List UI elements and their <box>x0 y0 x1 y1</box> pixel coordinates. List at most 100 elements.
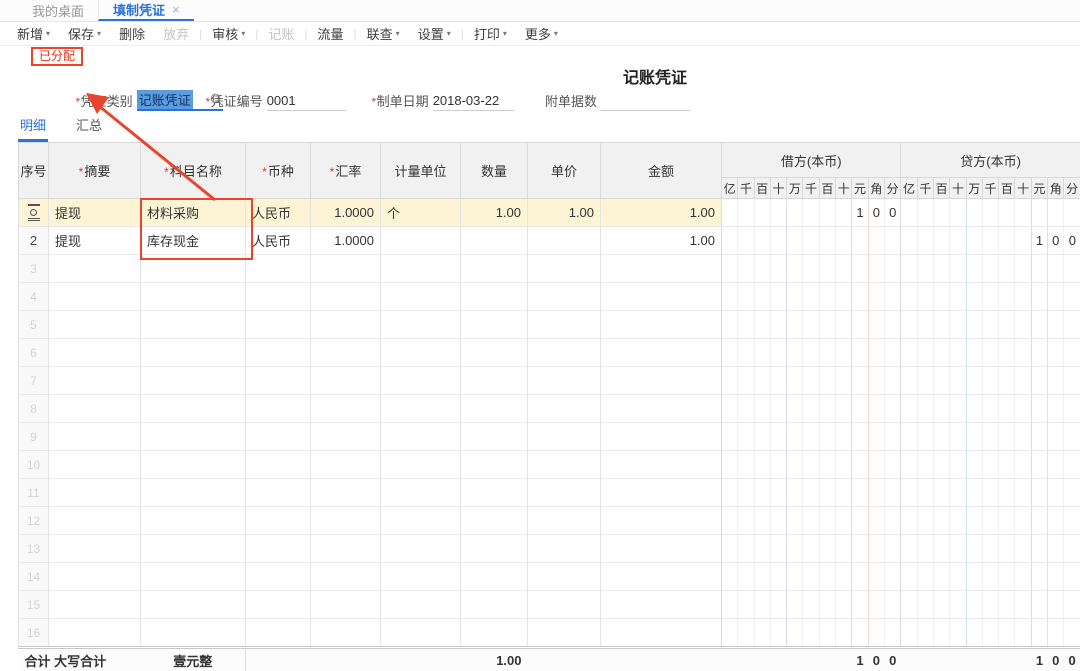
debit-digit-cell[interactable] <box>868 227 884 255</box>
credit-digit-cell[interactable] <box>982 507 998 535</box>
credit-digit-cell[interactable] <box>1064 507 1080 535</box>
cell-summary[interactable] <box>49 563 141 591</box>
credit-digit-cell[interactable] <box>1048 591 1064 619</box>
debit-digit-cell[interactable] <box>787 535 803 563</box>
debit-digit-cell[interactable] <box>852 535 868 563</box>
debit-digit-cell[interactable] <box>787 255 803 283</box>
cell-unit[interactable] <box>381 395 461 423</box>
cell-amount[interactable] <box>601 423 722 451</box>
credit-digit-cell[interactable] <box>966 423 982 451</box>
debit-digit-cell[interactable] <box>754 535 770 563</box>
cell-exchange-rate[interactable] <box>311 367 381 395</box>
debit-digit-cell[interactable]: 1 <box>852 199 868 227</box>
debit-digit-cell[interactable] <box>836 227 852 255</box>
credit-digit-cell[interactable] <box>934 395 950 423</box>
cell-exchange-rate[interactable] <box>311 507 381 535</box>
cell-exchange-rate[interactable] <box>311 283 381 311</box>
cell-exchange-rate[interactable] <box>311 563 381 591</box>
cell-unit[interactable] <box>381 339 461 367</box>
cell-summary[interactable]: 提现 <box>49 227 141 255</box>
debit-digit-cell[interactable] <box>722 479 738 507</box>
cell-currency[interactable]: 人民币 <box>246 227 311 255</box>
debit-digit-cell[interactable] <box>738 255 754 283</box>
cell-currency[interactable] <box>246 451 311 479</box>
audit-button[interactable]: 审核▾ <box>203 24 254 43</box>
debit-digit-cell[interactable] <box>868 255 884 283</box>
credit-digit-cell[interactable] <box>1048 507 1064 535</box>
cell-summary[interactable] <box>49 479 141 507</box>
credit-digit-cell[interactable] <box>1064 255 1080 283</box>
debit-digit-cell[interactable] <box>803 283 819 311</box>
credit-digit-cell[interactable] <box>1031 619 1047 648</box>
cell-unit-price[interactable] <box>528 339 601 367</box>
credit-digit-cell[interactable] <box>901 395 917 423</box>
debit-digit-cell[interactable] <box>754 255 770 283</box>
row-seq-cell[interactable]: 16 <box>19 619 49 648</box>
credit-digit-cell[interactable] <box>966 227 982 255</box>
cell-unit[interactable] <box>381 423 461 451</box>
debit-digit-cell[interactable] <box>754 367 770 395</box>
row-seq-cell[interactable]: 6 <box>19 339 49 367</box>
credit-digit-cell[interactable] <box>901 255 917 283</box>
credit-digit-cell[interactable] <box>934 619 950 648</box>
credit-digit-cell[interactable] <box>917 563 933 591</box>
debit-digit-cell[interactable] <box>819 479 835 507</box>
credit-digit-cell[interactable] <box>901 339 917 367</box>
credit-digit-cell[interactable] <box>1064 339 1080 367</box>
credit-digit-cell[interactable] <box>1031 395 1047 423</box>
credit-digit-cell[interactable] <box>950 367 966 395</box>
debit-digit-cell[interactable] <box>754 591 770 619</box>
debit-digit-cell[interactable] <box>852 339 868 367</box>
credit-digit-cell[interactable] <box>901 451 917 479</box>
debit-digit-cell[interactable] <box>819 535 835 563</box>
credit-digit-cell[interactable] <box>999 311 1015 339</box>
credit-digit-cell[interactable] <box>966 479 982 507</box>
cell-exchange-rate[interactable]: 1.0000 <box>311 227 381 255</box>
credit-digit-cell[interactable] <box>1048 563 1064 591</box>
cell-summary[interactable] <box>49 311 141 339</box>
debit-digit-cell[interactable] <box>770 367 786 395</box>
debit-digit-cell[interactable] <box>803 339 819 367</box>
credit-digit-cell[interactable] <box>966 199 982 227</box>
cell-amount[interactable] <box>601 591 722 619</box>
credit-digit-cell[interactable] <box>950 311 966 339</box>
credit-digit-cell[interactable] <box>950 563 966 591</box>
credit-digit-cell[interactable] <box>982 339 998 367</box>
credit-digit-cell[interactable] <box>917 311 933 339</box>
cell-currency[interactable] <box>246 339 311 367</box>
debit-digit-cell[interactable] <box>738 619 754 648</box>
cell-quantity[interactable] <box>461 535 528 563</box>
credit-digit-cell[interactable] <box>950 395 966 423</box>
debit-digit-cell[interactable] <box>852 507 868 535</box>
cell-unit-price[interactable] <box>528 507 601 535</box>
debit-digit-cell[interactable] <box>803 479 819 507</box>
debit-digit-cell[interactable] <box>884 479 900 507</box>
credit-digit-cell[interactable]: 1 <box>1031 227 1047 255</box>
credit-digit-cell[interactable] <box>901 283 917 311</box>
credit-digit-cell[interactable] <box>1048 367 1064 395</box>
debit-digit-cell[interactable] <box>738 423 754 451</box>
credit-digit-cell[interactable] <box>1015 591 1031 619</box>
debit-digit-cell[interactable] <box>852 311 868 339</box>
debit-digit-cell[interactable] <box>884 395 900 423</box>
credit-digit-cell[interactable] <box>982 619 998 648</box>
credit-digit-cell[interactable] <box>901 563 917 591</box>
cell-currency[interactable] <box>246 311 311 339</box>
debit-digit-cell[interactable] <box>770 255 786 283</box>
debit-digit-cell[interactable] <box>770 339 786 367</box>
cell-amount[interactable] <box>601 311 722 339</box>
cell-currency[interactable] <box>246 283 311 311</box>
credit-digit-cell[interactable] <box>1015 255 1031 283</box>
cell-currency[interactable] <box>246 395 311 423</box>
credit-digit-cell[interactable] <box>901 507 917 535</box>
credit-digit-cell[interactable] <box>1031 563 1047 591</box>
credit-digit-cell[interactable] <box>966 591 982 619</box>
credit-digit-cell[interactable] <box>999 227 1015 255</box>
debit-digit-cell[interactable] <box>770 451 786 479</box>
cell-account-name[interactable] <box>141 591 246 619</box>
debit-digit-cell[interactable] <box>803 367 819 395</box>
debit-digit-cell[interactable] <box>836 507 852 535</box>
debit-digit-cell[interactable] <box>770 563 786 591</box>
debit-digit-cell[interactable] <box>754 339 770 367</box>
debit-digit-cell[interactable] <box>738 451 754 479</box>
